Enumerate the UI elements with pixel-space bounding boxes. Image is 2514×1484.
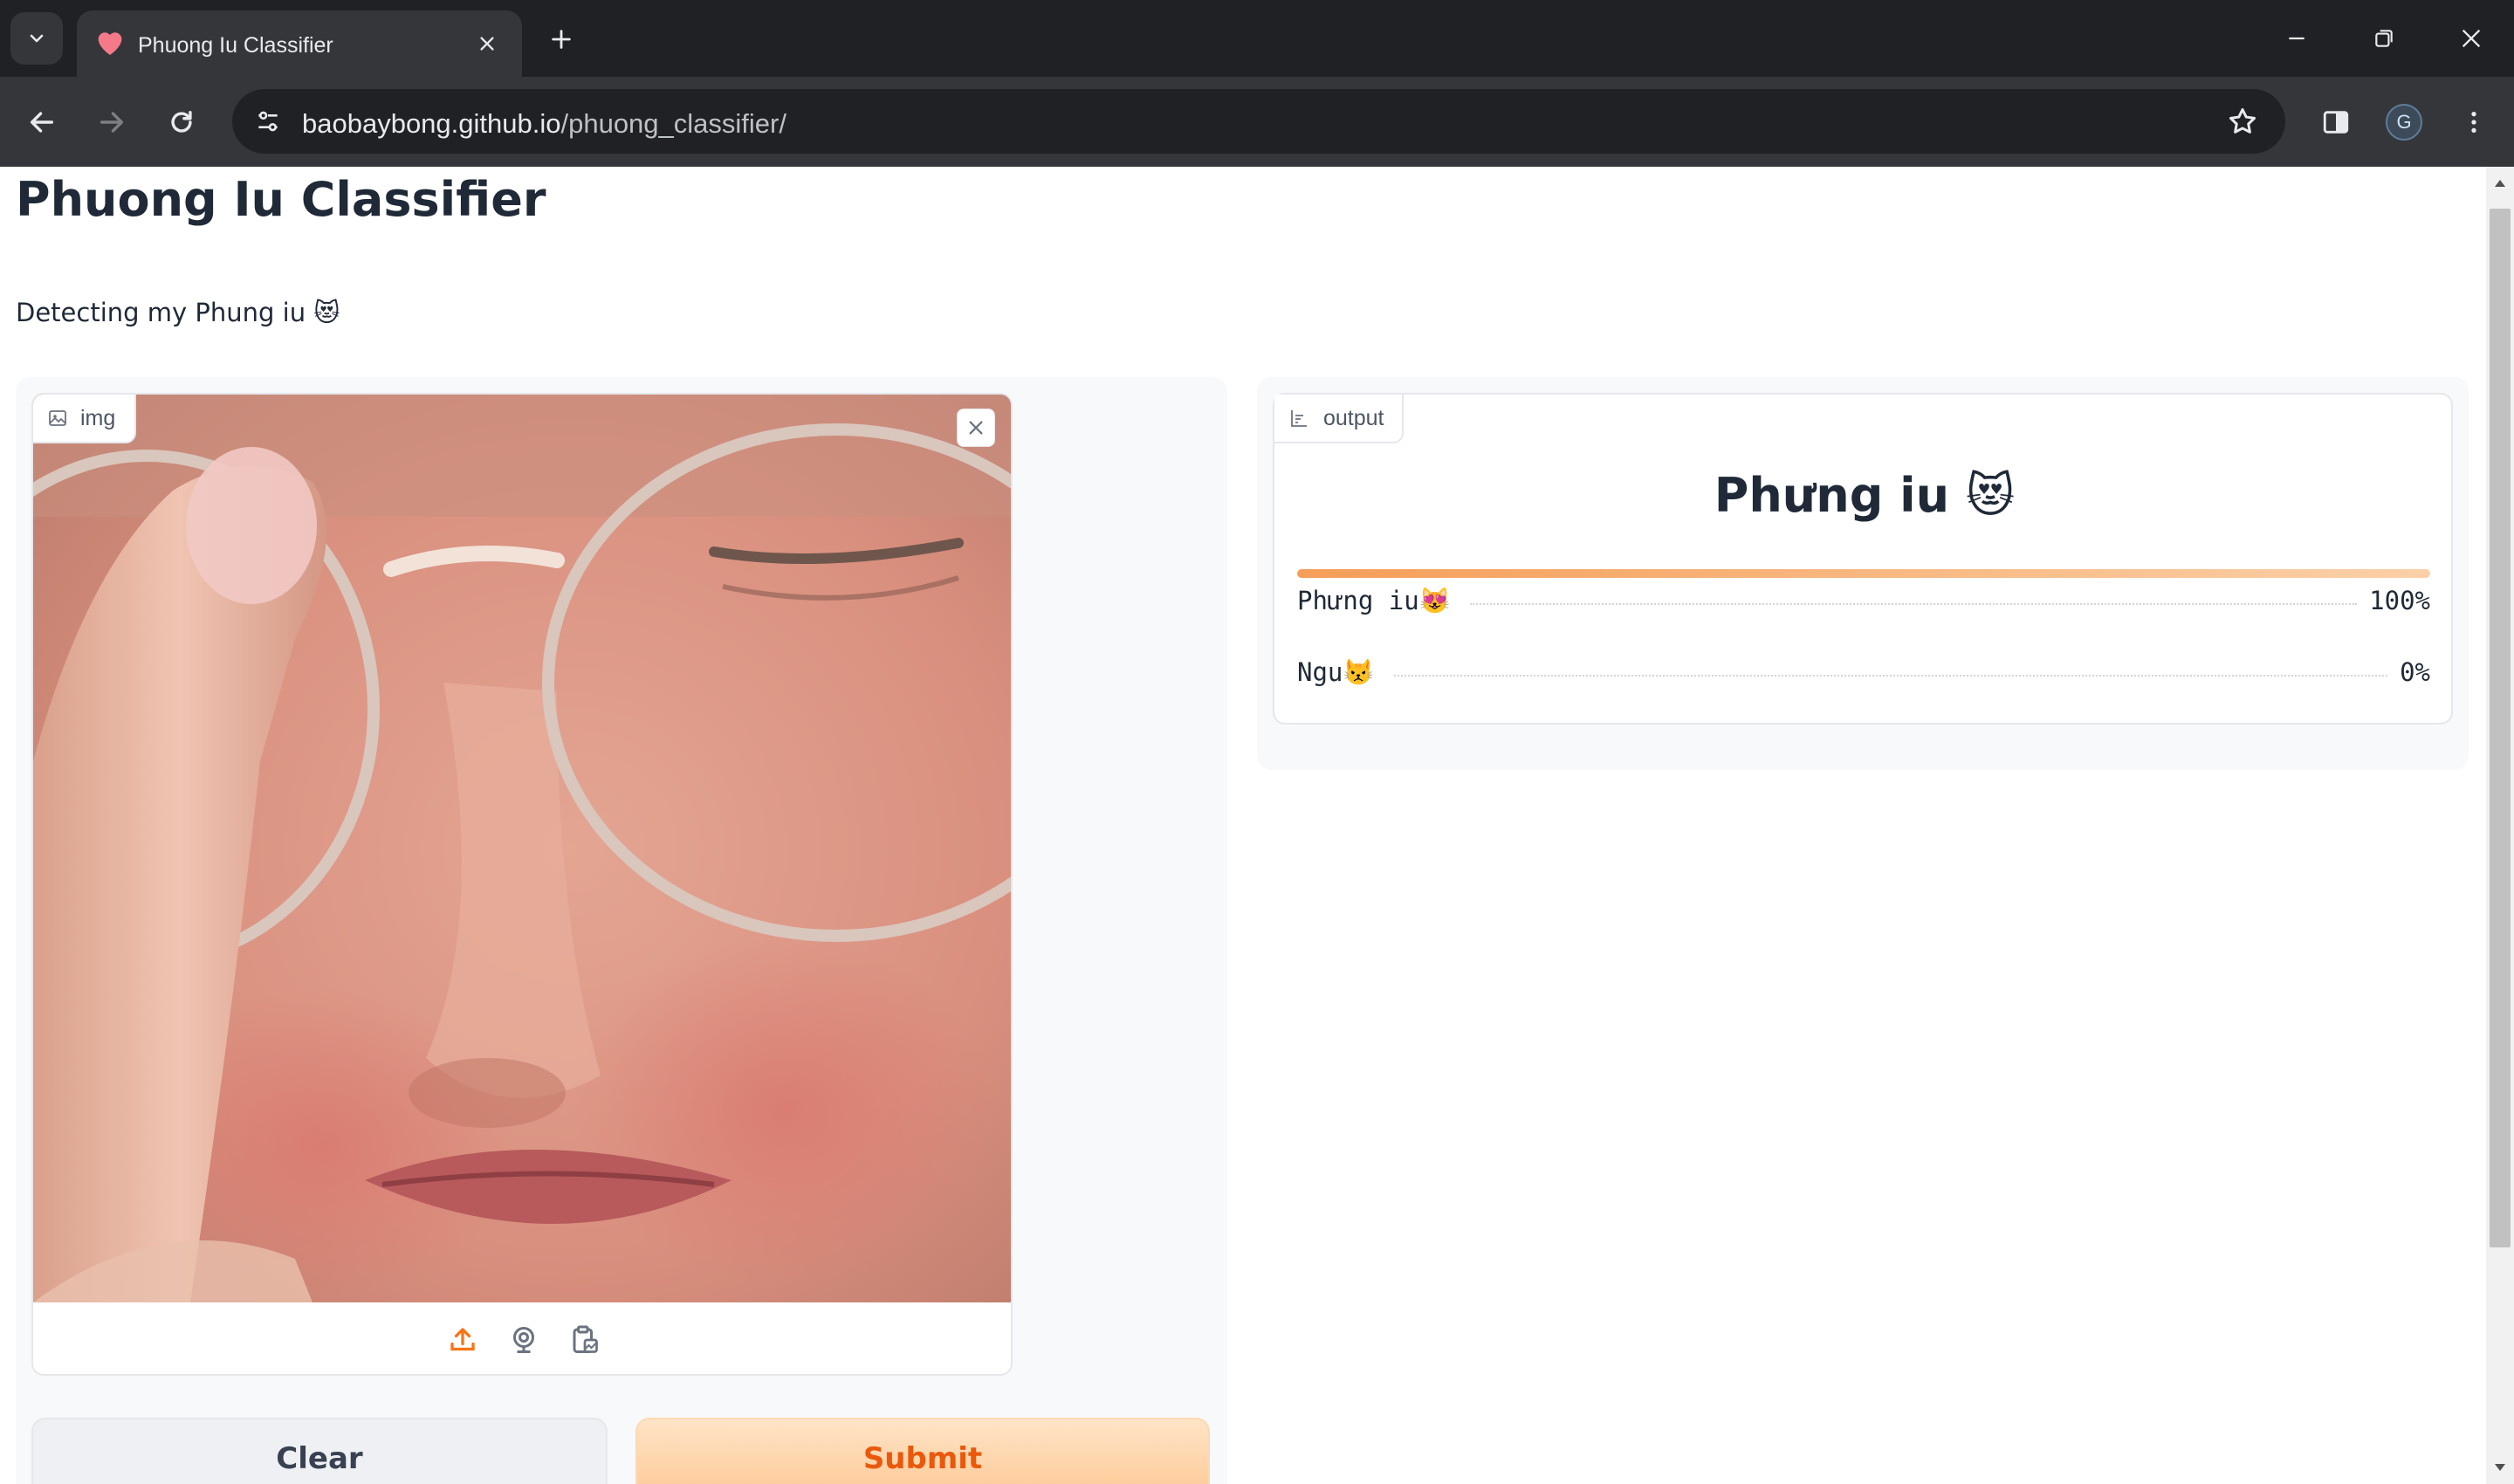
- close-icon: [480, 37, 494, 51]
- menu-button[interactable]: [2449, 98, 2498, 147]
- minimize-icon: [2289, 37, 2304, 40]
- output-label-text: output: [1323, 405, 1384, 430]
- input-panel: img Clear Submit: [16, 377, 1227, 1484]
- browser-tab[interactable]: Phuong Iu Classifier: [77, 10, 522, 77]
- avatar: G: [2386, 104, 2422, 141]
- uploaded-photo: [33, 395, 1011, 1302]
- close-icon: [969, 421, 983, 435]
- side-panel-button[interactable]: [2311, 98, 2360, 147]
- restore-button[interactable]: [2353, 12, 2414, 65]
- tab-title: Phuong Iu Classifier: [138, 33, 333, 58]
- page-scrollbar[interactable]: [2486, 167, 2514, 1484]
- output-panel: output Phưng iu 😻 Phưng iu😻 100% Ngu😾 0%: [1257, 377, 2469, 770]
- confidence-line: Phưng iu😻 100%: [1297, 583, 2430, 618]
- confidence-label: Ngu😾: [1297, 656, 1375, 687]
- clipboard-icon: [573, 1325, 598, 1353]
- heart-icon: [98, 32, 122, 55]
- remove-image-button[interactable]: [957, 409, 995, 447]
- confidence-line: Ngu😾 0%: [1297, 655, 2430, 690]
- scrollbar-thumb[interactable]: [2490, 209, 2511, 1247]
- tab-search-button[interactable]: [10, 12, 63, 65]
- page-title: Phuong Iu Classifier: [16, 172, 546, 227]
- bookmark-button[interactable]: [2222, 101, 2263, 141]
- back-button[interactable]: [17, 98, 66, 147]
- triangle-up-icon: [2495, 180, 2505, 187]
- tab-close-button[interactable]: [470, 26, 505, 61]
- arrow-right-icon: [100, 112, 124, 133]
- confidence-label: Phưng iu😻: [1297, 585, 1451, 615]
- arrow-left-icon: [30, 112, 54, 133]
- restore-icon: [2375, 30, 2393, 47]
- scroll-up-button[interactable]: [2486, 170, 2514, 196]
- reload-icon: [171, 110, 192, 133]
- upload-icon: [450, 1328, 475, 1351]
- confidence-row: Ngu😾 0%: [1297, 641, 2430, 688]
- more-vertical-icon: [2471, 112, 2476, 133]
- confidence-percent: 100%: [2369, 586, 2430, 615]
- url-text: baobaybong.github.io/phuong_classifier/: [302, 108, 786, 140]
- close-icon: [2462, 29, 2481, 48]
- confidence-bar: [1297, 569, 2430, 578]
- browser-toolbar: baobaybong.github.io/phuong_classifier/ …: [0, 77, 2514, 167]
- webcam-button[interactable]: [506, 1323, 541, 1357]
- label-output: output Phưng iu 😻 Phưng iu😻 100% Ngu😾 0%: [1273, 393, 2453, 725]
- forward-button[interactable]: [87, 98, 136, 147]
- tab-bar: Phuong Iu Classifier: [0, 0, 2514, 77]
- image-source-toolbar: [33, 1302, 1011, 1374]
- side-panel-icon: [2323, 111, 2349, 134]
- chevron-down-icon: [30, 34, 44, 43]
- plus-icon: [552, 30, 571, 49]
- webcam-icon: [513, 1327, 534, 1353]
- dotted-leader: [1469, 603, 2358, 605]
- url-path: /phuong_classifier/: [560, 108, 786, 139]
- minimize-button[interactable]: [2266, 12, 2327, 65]
- reload-button[interactable]: [157, 98, 206, 147]
- address-bar[interactable]: baobaybong.github.io/phuong_classifier/: [232, 89, 2285, 154]
- url-host: baobaybong.github.io: [302, 108, 561, 139]
- submit-button[interactable]: Submit: [635, 1418, 1210, 1484]
- image-input[interactable]: img: [31, 393, 1013, 1376]
- dotted-leader: [1393, 675, 2388, 677]
- triangle-down-icon: [2495, 1464, 2505, 1471]
- new-tab-button[interactable]: [539, 17, 583, 61]
- page-content: Phuong Iu Classifier Detecting my Phung …: [0, 167, 2486, 1484]
- tune-icon: [258, 111, 278, 132]
- profile-button[interactable]: G: [2380, 98, 2428, 147]
- star-icon: [2229, 108, 2256, 134]
- site-info-button[interactable]: [244, 98, 292, 145]
- bar-chart-icon: [1291, 410, 1307, 427]
- confidence-row: Phưng iu😻 100%: [1297, 569, 2430, 615]
- page-description: Detecting my Phung iu 😻: [16, 298, 340, 327]
- image-input-label: img: [33, 395, 137, 443]
- scroll-down-button[interactable]: [2486, 1454, 2514, 1481]
- confidence-percent: 0%: [2400, 657, 2430, 687]
- upload-button[interactable]: [445, 1323, 480, 1357]
- predicted-label: Phưng iu 😻: [1714, 468, 2016, 523]
- image-icon: [49, 410, 66, 426]
- clear-button[interactable]: Clear: [31, 1418, 608, 1484]
- output-label: output: [1274, 395, 1404, 443]
- image-label-text: img: [80, 405, 116, 430]
- clipboard-button[interactable]: [567, 1323, 602, 1357]
- close-window-button[interactable]: [2441, 12, 2502, 65]
